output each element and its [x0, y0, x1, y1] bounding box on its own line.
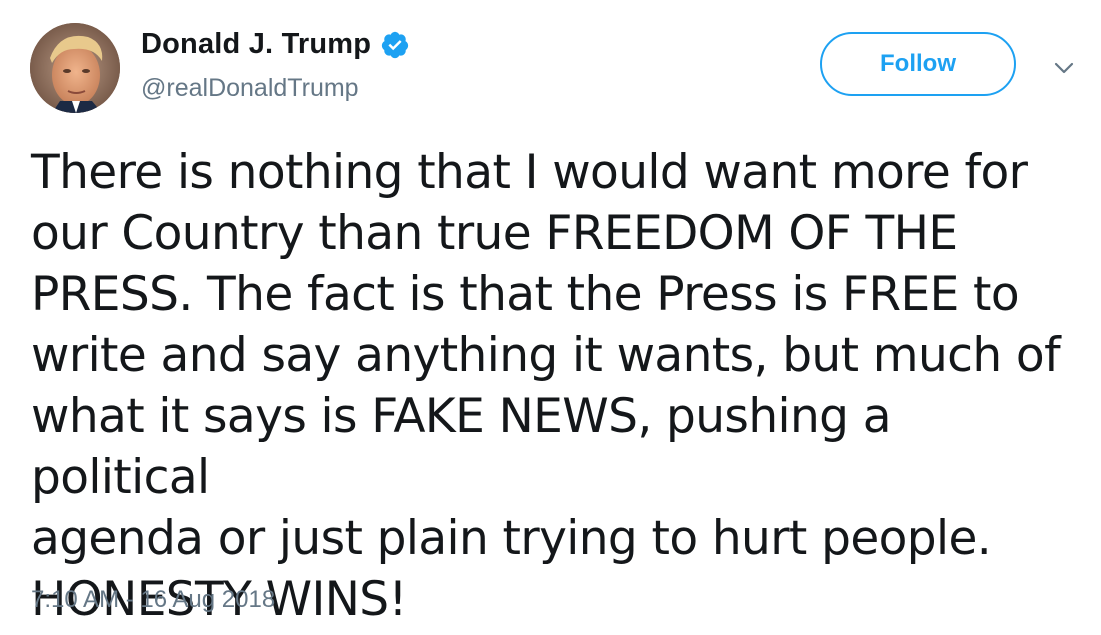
- tweet-text: There is nothing that I would want more …: [31, 145, 1061, 627]
- display-name[interactable]: Donald J. Trump: [141, 28, 371, 61]
- tweet-timestamp[interactable]: 7:10 AM - 16 Aug 2018: [31, 586, 275, 614]
- name-row: Donald J. Trump: [141, 24, 410, 64]
- verified-badge-icon: [380, 30, 410, 60]
- avatar[interactable]: [30, 23, 120, 113]
- profile-photo-icon: [30, 23, 120, 113]
- tweet-card: Donald J. Trump @realDonaldTrump Follow …: [0, 0, 1101, 635]
- user-handle[interactable]: @realDonaldTrump: [141, 74, 359, 103]
- chevron-down-icon[interactable]: [1052, 56, 1076, 80]
- follow-button[interactable]: Follow: [820, 32, 1016, 96]
